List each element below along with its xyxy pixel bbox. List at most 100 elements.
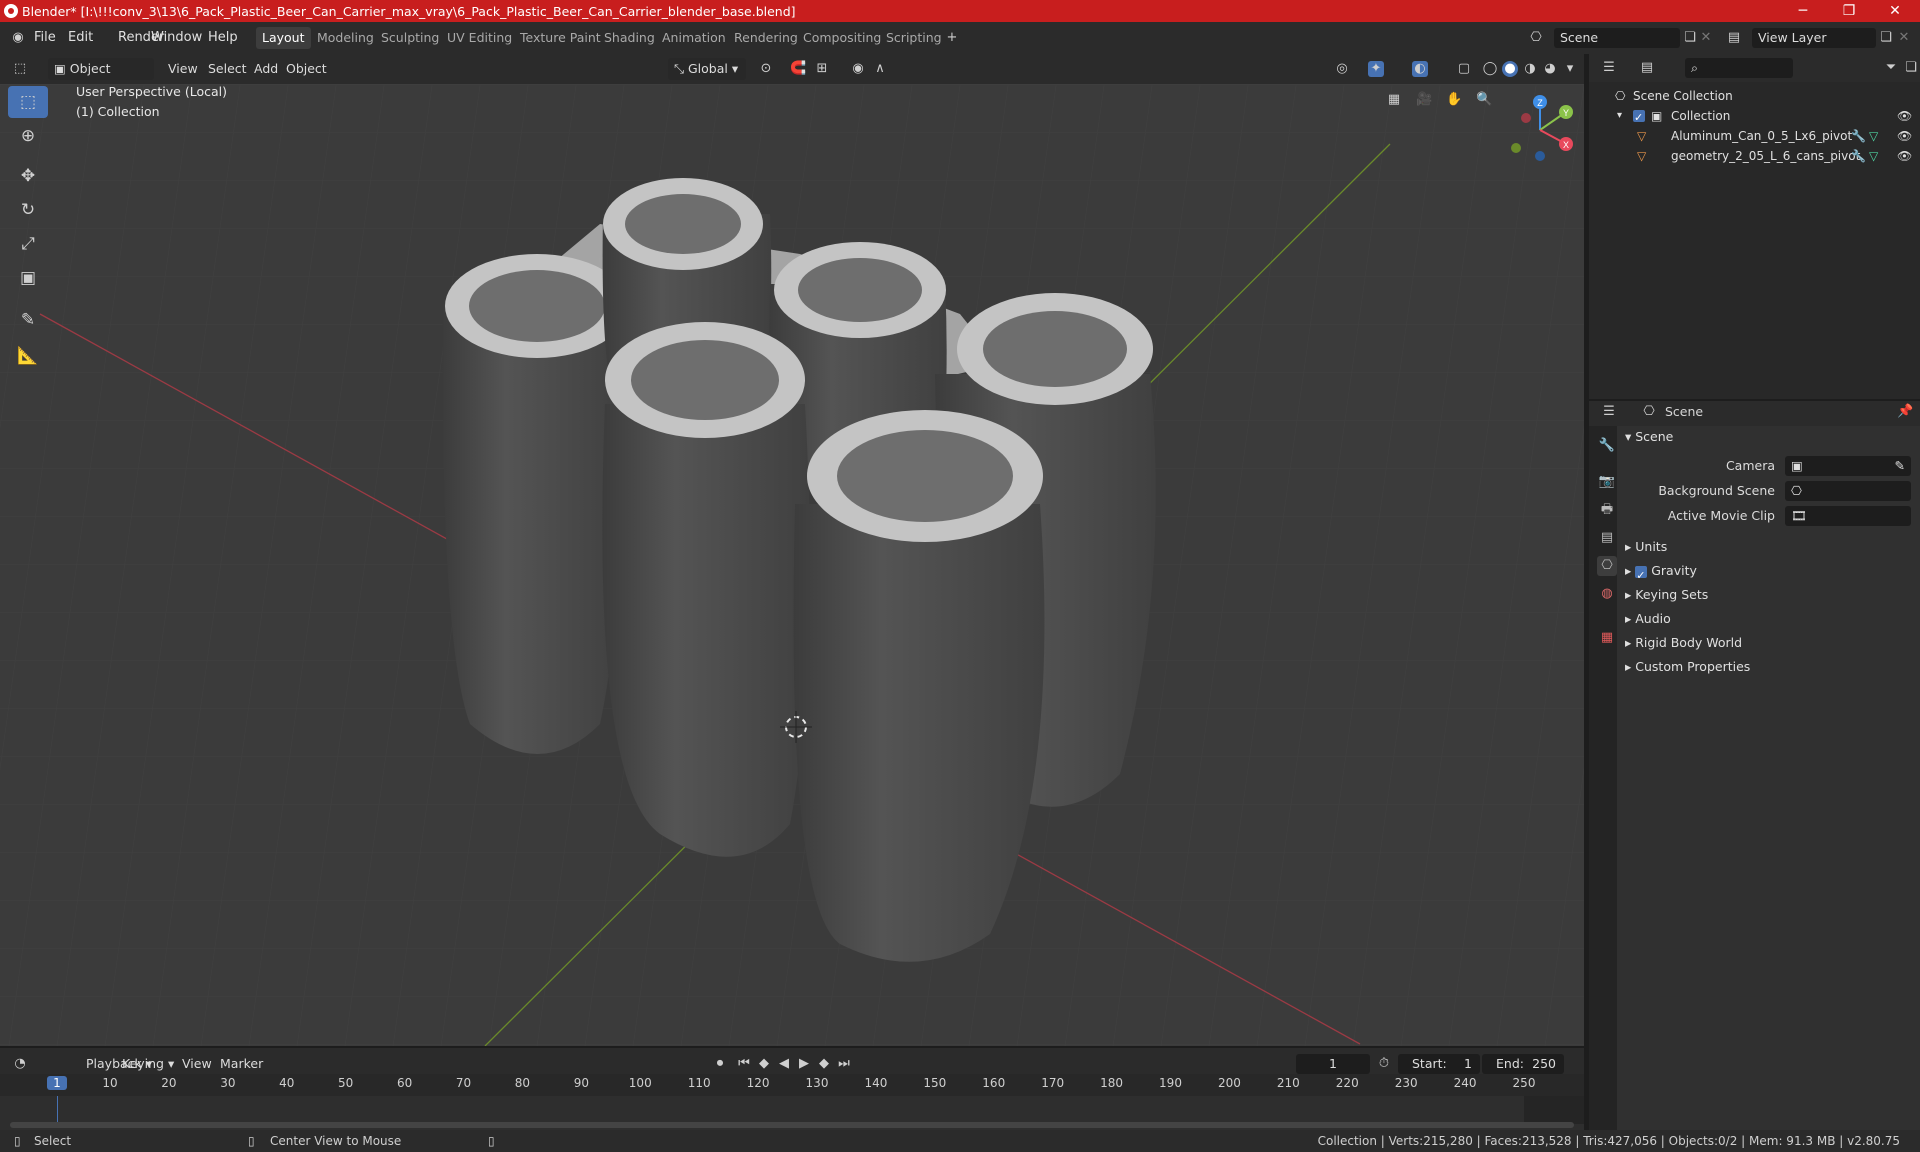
pivot-icon[interactable]: ⊙ bbox=[758, 61, 774, 77]
mesh-data-icon[interactable]: ▽ bbox=[1869, 146, 1878, 166]
render-tab-icon[interactable]: 📷 bbox=[1597, 472, 1617, 492]
shading-options-icon[interactable]: ▾ bbox=[1562, 61, 1578, 77]
select-box-tool-icon[interactable]: ⬚ bbox=[8, 86, 48, 118]
view-layer-tab-icon[interactable]: ▤ bbox=[1597, 528, 1617, 548]
filter-icon[interactable]: ⏷ bbox=[1883, 60, 1899, 76]
tab-uv-editing[interactable]: UV Editing bbox=[441, 27, 518, 49]
prev-keyframe-icon[interactable]: ◆ bbox=[756, 1056, 772, 1072]
pin-icon[interactable]: 📌 bbox=[1897, 404, 1913, 420]
timeline-view-menu[interactable]: View bbox=[178, 1053, 216, 1075]
blender-menu-icon[interactable]: ◉ bbox=[10, 30, 26, 46]
collection-checkbox[interactable] bbox=[1633, 108, 1645, 128]
eye-icon[interactable]: 👁 bbox=[1897, 126, 1912, 146]
scale-tool-icon[interactable]: ⤢ bbox=[8, 228, 48, 260]
maximize-icon[interactable]: ❐ bbox=[1826, 0, 1872, 22]
output-tab-icon[interactable]: 🖶 bbox=[1597, 500, 1617, 520]
panel-keying-sets-header[interactable]: ▸ Keying Sets bbox=[1625, 583, 1708, 607]
scene-tab-icon[interactable]: ⎔ bbox=[1597, 556, 1617, 576]
timeline-marker-menu[interactable]: Marker bbox=[216, 1053, 267, 1075]
zoom-icon[interactable]: 🔍 bbox=[1476, 92, 1492, 108]
close-icon[interactable]: ✕ bbox=[1872, 0, 1918, 22]
move-tool-icon[interactable]: ✥ bbox=[8, 160, 48, 192]
tab-shading[interactable]: Shading bbox=[598, 27, 661, 49]
outliner-search-input[interactable]: ⌕ bbox=[1685, 58, 1793, 78]
background-scene-field[interactable]: ⎔ bbox=[1785, 481, 1911, 501]
scene-icon[interactable]: ⎔ bbox=[1528, 30, 1544, 46]
play-icon[interactable]: ▶ bbox=[796, 1056, 812, 1072]
transform-tool-icon[interactable]: ▣ bbox=[8, 262, 48, 294]
eye-icon[interactable]: 👁 bbox=[1897, 106, 1912, 126]
camera-view-icon[interactable]: 🎥 bbox=[1416, 92, 1432, 108]
measure-tool-icon[interactable]: 📐 bbox=[8, 340, 48, 372]
panel-rigid-body-header[interactable]: ▸ Rigid Body World bbox=[1625, 631, 1742, 655]
mode-dropdown[interactable]: ▣ Object Mode ▾ bbox=[48, 58, 154, 98]
active-movie-clip-field[interactable]: 🎞 bbox=[1785, 506, 1911, 526]
snap-icon[interactable]: 🧲 bbox=[790, 61, 806, 77]
modifier-wrench-icon[interactable]: 🔧 bbox=[1851, 126, 1866, 146]
eye-icon[interactable]: 👁 bbox=[1897, 146, 1912, 166]
timeline-editor-type-icon[interactable]: ◔ bbox=[12, 1056, 28, 1072]
new-view-layer-icon[interactable]: ❏ bbox=[1878, 30, 1894, 46]
material-shading-icon[interactable]: ◑ bbox=[1522, 61, 1538, 77]
overlay-toggle-icon[interactable]: ◐ bbox=[1412, 61, 1428, 77]
navigation-gizmo[interactable]: Z Y X bbox=[1500, 90, 1580, 170]
menu-edit[interactable]: Edit bbox=[68, 22, 93, 54]
current-frame-field[interactable]: 1 bbox=[1296, 1054, 1370, 1074]
display-mode-icon[interactable]: ▤ bbox=[1639, 60, 1655, 76]
delete-view-layer-icon[interactable]: ✕ bbox=[1896, 30, 1912, 46]
rendered-shading-icon[interactable]: ◕ bbox=[1542, 61, 1558, 77]
tab-animation[interactable]: Animation bbox=[656, 27, 732, 49]
panel-audio-header[interactable]: ▸ Audio bbox=[1625, 607, 1671, 631]
record-icon[interactable]: ⏺ bbox=[712, 1056, 728, 1072]
snap-target-icon[interactable]: ⊞ bbox=[814, 61, 830, 77]
menu-file[interactable]: File bbox=[34, 22, 56, 54]
tab-texture-paint[interactable]: Texture Paint bbox=[514, 27, 607, 49]
solid-shading-icon[interactable]: ● bbox=[1502, 61, 1518, 77]
outliner-row-scene-collection[interactable]: ⎔ Scene Collection bbox=[1589, 86, 1920, 106]
outliner-row-aluminum-can[interactable]: ▽ Aluminum_Can_0_5_Lx6_pivot 🔧 ▽ 👁 bbox=[1589, 126, 1920, 146]
jump-start-icon[interactable]: ⏮ bbox=[736, 1056, 752, 1072]
start-frame-field[interactable]: Start: 1 bbox=[1398, 1054, 1480, 1074]
wireframe-shading-icon[interactable]: ◯ bbox=[1482, 61, 1498, 77]
outliner-row-geometry[interactable]: ▽ geometry_2_05_L_6_cans_pivot 🔧 ▽ 👁 bbox=[1589, 146, 1920, 166]
add-workspace-icon[interactable]: + bbox=[944, 30, 960, 46]
tab-rendering[interactable]: Rendering bbox=[728, 27, 804, 49]
outliner-editor-type-icon[interactable]: ☰ bbox=[1601, 60, 1617, 76]
tab-scripting[interactable]: Scripting bbox=[880, 27, 948, 49]
editor-type-icon[interactable]: ⬚ bbox=[12, 61, 28, 77]
timeline-scrollbar[interactable] bbox=[10, 1122, 1574, 1128]
outliner-row-collection[interactable]: ▾ ▣ Collection 👁 bbox=[1589, 106, 1920, 128]
new-scene-icon[interactable]: ❏ bbox=[1682, 30, 1698, 46]
menu-object[interactable]: Object bbox=[282, 58, 331, 80]
tab-layout[interactable]: Layout bbox=[256, 27, 311, 49]
timeline-keying-menu[interactable]: Keying ▾ bbox=[118, 1053, 178, 1075]
world-tab-icon[interactable]: ◍ bbox=[1597, 584, 1617, 604]
menu-view[interactable]: View bbox=[164, 58, 202, 80]
preview-range-icon[interactable]: ⏱ bbox=[1376, 1056, 1392, 1072]
menu-select[interactable]: Select bbox=[204, 58, 251, 80]
tab-sculpting[interactable]: Sculpting bbox=[375, 27, 445, 49]
pan-hand-icon[interactable]: ✋ bbox=[1446, 92, 1462, 108]
expand-arrow-icon[interactable]: ▾ bbox=[1617, 106, 1622, 126]
jump-end-icon[interactable]: ⏭ bbox=[836, 1056, 852, 1072]
panel-custom-props-header[interactable]: ▸ Custom Properties bbox=[1625, 655, 1750, 679]
panel-gravity-header[interactable]: ▸ Gravity bbox=[1625, 559, 1697, 588]
next-keyframe-icon[interactable]: ◆ bbox=[816, 1056, 832, 1072]
panel-units-header[interactable]: ▸ Units bbox=[1625, 535, 1667, 559]
properties-editor-type-icon[interactable]: ☰ bbox=[1601, 404, 1617, 420]
falloff-icon[interactable]: ∧ bbox=[872, 61, 888, 77]
camera-field[interactable]: ▣ ✎ bbox=[1785, 456, 1911, 476]
scene-field[interactable]: Scene bbox=[1554, 28, 1680, 48]
mesh-data-icon[interactable]: ▽ bbox=[1869, 126, 1878, 146]
new-collection-icon[interactable]: ❏ bbox=[1903, 60, 1919, 76]
tool-tab-icon[interactable]: 🔧 bbox=[1597, 436, 1617, 456]
orientation-dropdown[interactable]: ⤡ Global ▾ bbox=[668, 58, 746, 80]
texture-tab-icon[interactable]: ▦ bbox=[1597, 628, 1617, 648]
visibility-icon[interactable]: ◎ bbox=[1334, 61, 1350, 77]
annotate-tool-icon[interactable]: ✎ bbox=[8, 304, 48, 336]
proportional-edit-icon[interactable]: ◉ bbox=[850, 61, 866, 77]
rotate-tool-icon[interactable]: ↻ bbox=[8, 194, 48, 226]
minimize-icon[interactable]: ─ bbox=[1780, 0, 1826, 22]
menu-window[interactable]: Window bbox=[151, 22, 202, 54]
tab-compositing[interactable]: Compositing bbox=[797, 27, 887, 49]
